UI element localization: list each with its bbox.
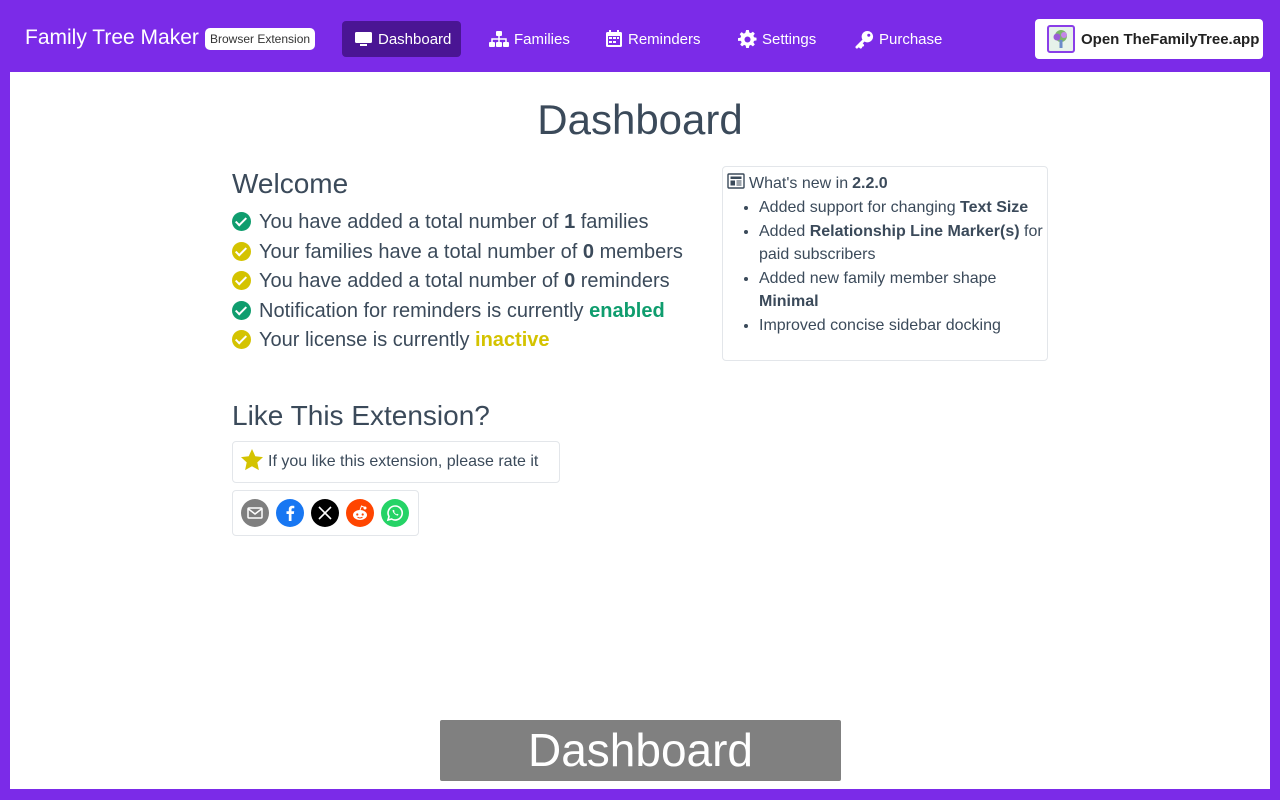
email-icon[interactable] (241, 499, 269, 527)
open-app-label: Open TheFamilyTree.app (1081, 30, 1260, 48)
rate-text: If you like this extension, please rate … (268, 453, 539, 470)
nav-dashboard[interactable]: Dashboard (342, 21, 461, 57)
nav-reminders-label: Reminders (628, 30, 701, 48)
gear-icon (738, 29, 757, 49)
whats-new-prefix: What's new in (749, 174, 849, 192)
calendar-icon (605, 30, 623, 48)
stat-value: 0 (564, 270, 576, 292)
check-circle-icon (232, 271, 251, 290)
changelog-item: Added Relationship Line Marker(s) for pa… (759, 220, 1043, 267)
nav-settings[interactable]: Settings (726, 21, 828, 57)
brand-badge: Browser Extension (205, 28, 316, 50)
changelog-item: Added new family member shape Minimal (759, 267, 1043, 314)
open-app-button[interactable]: Open TheFamilyTree.app (1035, 19, 1263, 59)
stat-reminders: You have added a total number of 0 remin… (232, 267, 702, 297)
nav-purchase-label: Purchase (879, 30, 943, 48)
caption-overlay: Dashboard (440, 720, 841, 781)
stat-members: Your families have a total number of 0 m… (232, 238, 702, 268)
license-status: inactive (475, 329, 550, 351)
changelog-list: Added support for changing Text Size Add… (727, 196, 1043, 337)
brand-title[interactable]: Family Tree Maker (25, 26, 199, 50)
notification-status: enabled (589, 299, 665, 322)
welcome-heading: Welcome (232, 168, 349, 199)
facebook-icon[interactable] (276, 499, 304, 527)
x-icon[interactable] (311, 499, 339, 527)
nav-families[interactable]: Families (477, 21, 582, 57)
share-bar (232, 490, 419, 536)
stat-license: Your license is currently inactive (232, 326, 702, 356)
stat-value: 1 (564, 211, 576, 233)
whatsapp-icon[interactable] (381, 499, 409, 527)
nav-purchase[interactable]: Purchase (843, 21, 954, 57)
stat-notifications: Notification for reminders is currently … (232, 297, 702, 327)
whats-new-card: What's new in 2.2.0 Added support for ch… (722, 166, 1048, 361)
check-circle-icon (232, 300, 251, 320)
main-panel: Dashboard Welcome You have added a total… (10, 72, 1270, 789)
changelog-item: Added support for changing Text Size (759, 196, 1043, 220)
star-icon (240, 448, 264, 476)
version-number: 2.2.0 (852, 174, 888, 192)
nav-families-label: Families (514, 30, 570, 48)
app-logo-icon (1047, 25, 1075, 53)
changelog-item: Improved concise sidebar docking (759, 314, 1043, 338)
nav-settings-label: Settings (762, 30, 817, 48)
like-heading: Like This Extension? (232, 400, 490, 431)
top-navbar: Family Tree Maker Browser Extension Dash… (0, 0, 1280, 72)
sitemap-icon (489, 31, 509, 47)
check-circle-icon (232, 330, 251, 349)
nav-dashboard-label: Dashboard (378, 30, 452, 48)
page-title: Dashboard (537, 96, 743, 143)
stats-list: You have added a total number of 1 famil… (232, 208, 702, 356)
newspaper-icon (727, 173, 745, 194)
reddit-icon[interactable] (346, 499, 374, 527)
stat-value: 0 (582, 240, 595, 263)
nav-reminders[interactable]: Reminders (593, 21, 713, 57)
whats-new-header: What's new in 2.2.0 (727, 173, 1043, 194)
rate-extension-link[interactable]: If you like this extension, please rate … (232, 441, 560, 483)
key-icon (855, 30, 874, 49)
check-circle-icon (232, 212, 251, 231)
stat-families: You have added a total number of 1 famil… (232, 208, 702, 238)
check-circle-icon (232, 241, 251, 261)
monitor-icon (354, 31, 373, 47)
